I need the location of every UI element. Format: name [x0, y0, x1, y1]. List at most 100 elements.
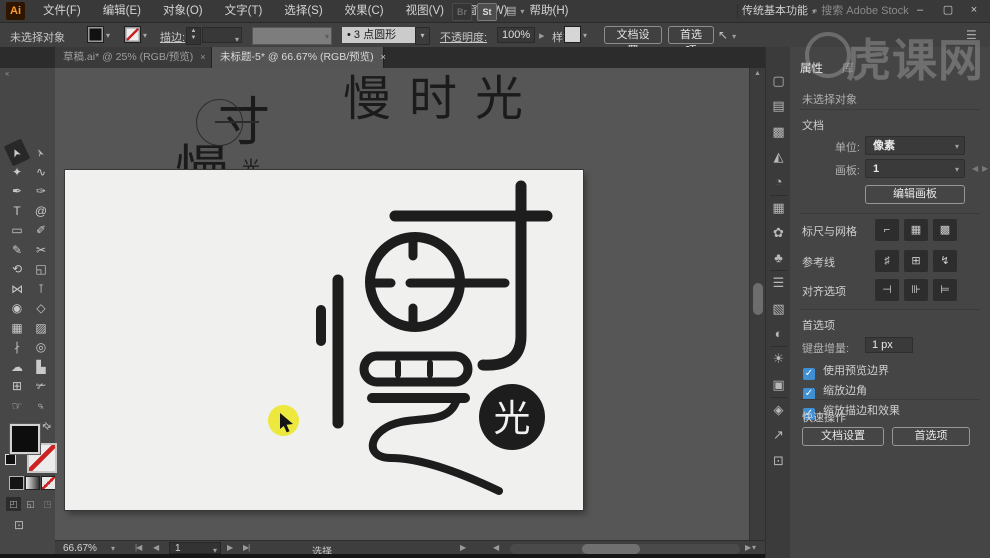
lock-guides-icon[interactable]: ⊞ [904, 250, 928, 272]
zoom-level[interactable]: 66.67% [63, 543, 97, 554]
perspective-grid-tool[interactable]: ◇ [30, 299, 52, 318]
color-panel-icon[interactable]: ◭ [766, 146, 791, 168]
transparency-panel-icon[interactable]: ◐ [766, 323, 791, 345]
preferences-button[interactable]: 首选项 [668, 26, 714, 57]
menu-item-2[interactable]: 编辑(E) [92, 0, 152, 22]
variable-width-profile-dropdown[interactable]: ▾ [252, 27, 332, 45]
mesh-tool[interactable]: ▦ [6, 319, 28, 338]
paintbrush-tool[interactable]: ✐ [30, 221, 52, 240]
menu-item-7[interactable]: 视图(V) [395, 0, 455, 22]
fill-dropdown-icon[interactable]: ▾ [106, 31, 110, 40]
vertical-scrollbar[interactable]: ▲ [749, 68, 765, 540]
draw-normal-icon[interactable]: ◰ [6, 497, 21, 511]
artboard-panel-icon[interactable]: ⊡ [766, 450, 791, 472]
layers-panel-icon[interactable]: ◈ [766, 399, 791, 421]
checkbox-checked-icon[interactable]: ✓ [803, 368, 815, 380]
workspace-switcher[interactable]: 传统基本功能 ▾ [742, 0, 816, 23]
line-segment-tool[interactable]: @ [30, 202, 52, 221]
pathfinder-panel-icon[interactable]: ▩ [766, 121, 791, 143]
menu-item-4[interactable]: 文字(T) [214, 0, 274, 22]
scroll-up-icon[interactable]: ▲ [754, 70, 761, 77]
scroll-left-icon[interactable]: ◀ [493, 543, 499, 552]
scissors-tool[interactable]: ✂ [30, 241, 52, 260]
share-icon[interactable]: ⌁ [548, 3, 555, 17]
horizontal-scrollbar[interactable] [510, 544, 740, 554]
search-input[interactable]: ⌕ 搜索 Adobe Stock [812, 0, 909, 22]
artboard[interactable]: 光 [65, 170, 583, 510]
last-artboard-button[interactable]: ▶| [243, 543, 250, 552]
magic-wand-tool[interactable]: ✦ [6, 163, 28, 182]
quick-document-setup-button[interactable]: 文档设置 [802, 427, 884, 446]
gradient-mode-button[interactable] [25, 476, 40, 490]
column-graph-tool[interactable]: ▙ [30, 358, 52, 377]
tab-untitled-document[interactable]: 未标题-5* @ 66.67% (RGB/预览) × [212, 47, 386, 68]
menu-item-6[interactable]: 效果(C) [334, 0, 395, 22]
screen-mode-icon[interactable]: ⊡ [14, 518, 24, 532]
grid-icon[interactable]: ▦ [904, 219, 928, 241]
artboards-panel-icon[interactable]: ▢ [766, 70, 791, 92]
opacity-more-icon[interactable]: ▸ [539, 29, 545, 42]
pen-tool[interactable]: ✒ [6, 182, 28, 201]
artboard-tool[interactable]: ⊞ [6, 377, 28, 396]
ruler-icon[interactable]: ⌐ [875, 219, 899, 241]
appearance-panel-icon[interactable]: ☀ [766, 348, 791, 370]
quick-preferences-button[interactable]: 首选项 [892, 427, 970, 446]
fill-swatch[interactable] [10, 424, 40, 454]
zoom-dropdown-icon[interactable]: ▾ [111, 544, 115, 553]
stroke-weight-stepper[interactable]: ▲ ▼ [186, 27, 201, 45]
artboard-dropdown[interactable]: 1 ▾ [865, 159, 965, 178]
prev-artboard-button[interactable]: ◀ [153, 543, 159, 552]
scroll-right-icon[interactable]: ▶ [460, 543, 466, 552]
opacity-label[interactable]: 不透明度: [440, 29, 487, 45]
canvas[interactable]: 慢时光 慢 寸 光 [55, 68, 765, 540]
guides-icon[interactable]: ♯ [875, 250, 899, 272]
eyedropper-tool[interactable]: ∤ [6, 338, 28, 357]
close-button[interactable]: × [962, 0, 986, 21]
horizontal-scroll-thumb[interactable] [582, 544, 640, 554]
rectangle-tool[interactable]: ▭ [6, 221, 28, 240]
swatches-panel-icon[interactable]: ▦ [766, 197, 791, 219]
vertical-scroll-thumb[interactable] [753, 283, 763, 315]
menu-item-3[interactable]: 对象(O) [152, 0, 214, 22]
draw-behind-icon[interactable]: ◱ [23, 497, 38, 511]
type-tool[interactable]: T [6, 202, 28, 221]
color-mode-button[interactable] [9, 476, 24, 490]
edit-artboard-button[interactable]: 编辑画板 [865, 185, 965, 204]
smart-guides-icon[interactable]: ↯ [933, 250, 957, 272]
snap-pixel-icon[interactable]: ⊪ [904, 279, 928, 301]
scroll-down-icon[interactable]: ▾ [752, 543, 756, 552]
opacity-value[interactable]: 100% [497, 27, 535, 43]
scroll-right-arrow-icon[interactable]: ▶ [745, 543, 751, 552]
stock-icon[interactable]: St [477, 3, 497, 21]
stroke-weight-label[interactable]: 描边: [160, 29, 185, 45]
first-artboard-button[interactable]: |◀ [135, 543, 142, 552]
maximize-button[interactable]: ▢ [936, 0, 960, 21]
menu-item-5[interactable]: 选择(S) [273, 0, 333, 22]
shaper-tool[interactable]: ✎ [6, 241, 28, 260]
lasso-tool[interactable]: ∿ [30, 163, 52, 182]
menu-item-1[interactable]: 文件(F) [32, 0, 92, 22]
close-tab-icon[interactable]: × [381, 52, 386, 62]
isolate-selection-icon[interactable]: ↖ ▾ [718, 28, 736, 42]
prev-artboard-icon[interactable]: ◀ [972, 164, 978, 173]
export-panel-icon[interactable]: ↗ [766, 424, 791, 446]
tab-draft-document[interactable]: 草稿.ai* @ 25% (RGB/预览) × [55, 47, 212, 68]
symbol-sprayer-tool[interactable]: ☁ [6, 358, 28, 377]
gradient-tool[interactable]: ▨ [30, 319, 52, 338]
unit-dropdown[interactable]: 像素 ▾ [865, 136, 965, 155]
snap-grid-icon[interactable]: ⊣ [875, 279, 899, 301]
next-artboard-button[interactable]: ▶ [227, 543, 233, 552]
style-swatch[interactable] [565, 27, 580, 42]
default-fill-stroke-icon[interactable] [5, 454, 16, 465]
brushes-panel-icon[interactable]: ✿ [766, 222, 791, 244]
fill-color-swatch[interactable] [88, 27, 103, 42]
tab-libraries[interactable]: 库 [842, 60, 854, 76]
brush-dropdown-icon[interactable]: ▾ [415, 27, 430, 45]
rotate-tool[interactable]: ⟲ [6, 260, 28, 279]
none-mode-button[interactable] [41, 476, 56, 490]
swap-fill-stroke-icon[interactable]: ⇄ [39, 420, 53, 434]
document-setup-button[interactable]: 文档设置 [604, 26, 662, 57]
collapse-tools-icon[interactable]: ‹‹ [5, 69, 9, 78]
free-transform-tool[interactable]: ◱ [30, 260, 52, 279]
blend-tool[interactable]: ◎ [30, 338, 52, 357]
